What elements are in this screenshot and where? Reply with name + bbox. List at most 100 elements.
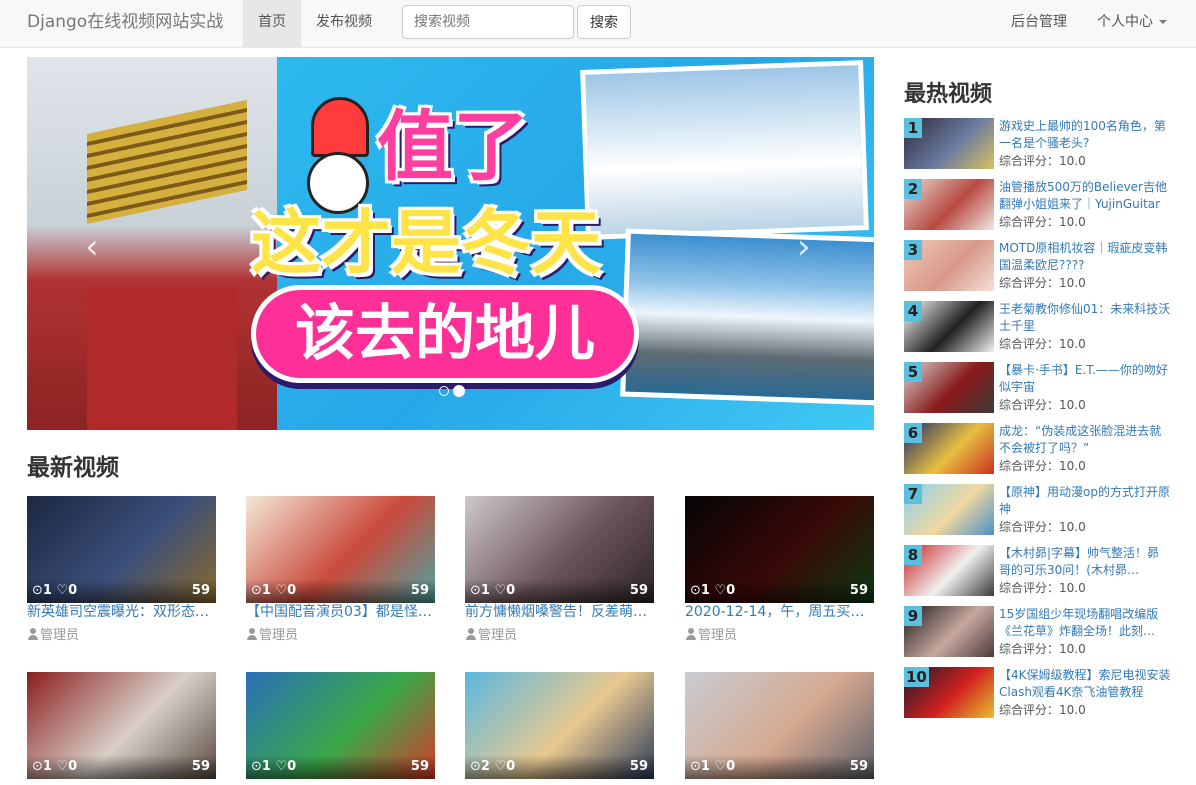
video-thumbnail[interactable]: ⊙1 ♡0 59: [27, 672, 216, 779]
nav-user-center[interactable]: 个人中心: [1082, 0, 1182, 47]
hot-video-thumbnail[interactable]: 7: [904, 484, 994, 535]
like-icon: ♡: [275, 583, 288, 598]
hot-video-score: 综合评分：10.0: [999, 458, 1086, 474]
palace-wall-shape: [87, 287, 237, 430]
score-value: 10.0: [1059, 459, 1086, 473]
banner-carousel[interactable]: 值了 这才是冬天 该去的地儿 ‹ ›: [27, 57, 874, 430]
video-stats: ⊙1 ♡0: [690, 755, 735, 779]
video-duration: 59: [191, 759, 210, 774]
video-stats-overlay: ⊙1 ♡0 59: [27, 755, 216, 779]
video-card[interactable]: ⊙1 ♡0 59 2020-12-14，午，周五买的… 管理员: [685, 496, 874, 646]
video-thumbnail[interactable]: ⊙1 ♡0 59: [685, 672, 874, 779]
like-icon: ♡: [56, 583, 69, 598]
brand-link[interactable]: Django在线视频网站实战: [27, 0, 223, 47]
hot-video-item[interactable]: 4 王老菊教你修仙01：未来科技沃土千里 综合评分：10.0: [904, 301, 1174, 355]
hot-video-item[interactable]: 3 MOTD原相机妆容｜瑕疵皮变韩国温柔欧尼???? 综合评分：10.0: [904, 240, 1174, 294]
nav-admin[interactable]: 后台管理: [996, 0, 1082, 47]
hot-video-title-link[interactable]: 王老菊教你修仙01：未来科技沃土千里: [999, 301, 1171, 335]
hot-video-item[interactable]: 6 成龙：“伪装成这张脸混进去就不会被打了吗？” 综合评分：10.0: [904, 423, 1174, 477]
hot-video-item[interactable]: 10 【4K保姆级教程】索尼电视安装Clash观看4K奈飞油管教程 综合评分：1…: [904, 667, 1174, 721]
play-count-icon: ⊙: [470, 583, 481, 598]
nav-publish[interactable]: 发布视频: [301, 0, 387, 47]
video-card[interactable]: ⊙1 ♡0 59: [685, 672, 874, 785]
hot-rank-badge: 2: [904, 179, 922, 199]
hot-video-item[interactable]: 9 15岁国组少年现场翻唱改编版《兰花草》炸翻全场！此刻… 综合评分：10.0: [904, 606, 1174, 660]
hot-video-score: 综合评分：10.0: [999, 214, 1086, 230]
carousel-indicator-dot[interactable]: [453, 384, 465, 397]
play-count-icon: ⊙: [251, 759, 262, 774]
author-name: 管理员: [698, 628, 738, 643]
hot-video-item[interactable]: 1 游戏史上最帅的100名角色，第一名是个骚老头? 综合评分：10.0: [904, 118, 1174, 172]
carousel-title-line3: 该去的地儿: [251, 285, 639, 383]
hot-video-item[interactable]: 7 【原神】用动漫op的方式打开原神 综合评分：10.0: [904, 484, 1174, 538]
score-label: 综合评分：: [999, 215, 1060, 229]
hot-video-title-link[interactable]: 游戏史上最帅的100名角色，第一名是个骚老头?: [999, 118, 1171, 152]
video-author: 管理员: [246, 627, 298, 645]
video-stats: ⊙1 ♡0: [32, 755, 77, 779]
video-card[interactable]: ⊙1 ♡0 59 【中国配音演员03】都是怪… 管理员: [246, 496, 435, 646]
hot-video-thumbnail[interactable]: 3: [904, 240, 994, 291]
hot-video-title-link[interactable]: 成龙：“伪装成这张脸混进去就不会被打了吗？”: [999, 423, 1171, 457]
hot-video-thumbnail[interactable]: 4: [904, 301, 994, 352]
hot-rank-badge: 10: [904, 667, 929, 687]
hot-video-title-link[interactable]: 【原神】用动漫op的方式打开原神: [999, 484, 1171, 518]
hot-video-title-link[interactable]: 【4K保姆级教程】索尼电视安装Clash观看4K奈飞油管教程: [999, 667, 1171, 701]
user-icon: [465, 628, 477, 640]
video-duration: 59: [410, 583, 429, 598]
carousel-prev-arrow-icon[interactable]: ‹: [85, 227, 99, 267]
score-label: 综合评分：: [999, 459, 1060, 473]
video-title-link[interactable]: 【中国配音演员03】都是怪…: [246, 603, 435, 621]
search-input[interactable]: [402, 5, 574, 39]
video-thumbnail[interactable]: ⊙1 ♡0 59: [246, 672, 435, 779]
video-stats-overlay: ⊙1 ♡0 59: [27, 579, 216, 603]
video-thumbnail[interactable]: ⊙1 ♡0 59: [685, 496, 874, 603]
video-card[interactable]: ⊙1 ♡0 59: [246, 672, 435, 785]
video-title-link[interactable]: 新英雄司空震曝光：双形态…: [27, 603, 216, 621]
hot-video-thumbnail[interactable]: 1: [904, 118, 994, 169]
hot-video-thumbnail[interactable]: 2: [904, 179, 994, 230]
hot-video-title-link[interactable]: 15岁国组少年现场翻唱改编版《兰花草》炸翻全场！此刻…: [999, 606, 1171, 640]
video-author: 管理员: [27, 627, 79, 645]
video-thumbnail[interactable]: ⊙1 ♡0 59: [465, 496, 654, 603]
snowman-hat-icon: [311, 97, 369, 157]
score-value: 10.0: [1059, 215, 1086, 229]
hot-video-item[interactable]: 5 【暴卡·手书】E.T.——你的吻好似宇宙 综合评分：10.0: [904, 362, 1174, 416]
carousel-next-arrow-icon[interactable]: ›: [797, 227, 811, 267]
video-card[interactable]: ⊙2 ♡0 59: [465, 672, 654, 785]
hot-video-score: 综合评分：10.0: [999, 275, 1086, 291]
hot-video-thumbnail[interactable]: 9: [904, 606, 994, 657]
video-stats-overlay: ⊙1 ♡0 59: [246, 755, 435, 779]
hot-video-title-link[interactable]: 【木村昴|字幕】帅气整活！昴哥的可乐30问！(木村昴…: [999, 545, 1171, 579]
video-thumbnail[interactable]: ⊙1 ♡0 59: [27, 496, 216, 603]
view-count: 2: [480, 759, 490, 774]
hot-video-thumbnail[interactable]: 5: [904, 362, 994, 413]
like-icon: ♡: [714, 583, 727, 598]
search-button[interactable]: 搜索: [577, 5, 631, 39]
hot-video-item[interactable]: 2 油管播放500万的Believer吉他翻弹小姐姐来了｜YujinGuitar…: [904, 179, 1174, 233]
video-thumbnail[interactable]: ⊙2 ♡0 59: [465, 672, 654, 779]
hot-video-title-link[interactable]: 油管播放500万的Believer吉他翻弹小姐姐来了｜YujinGuitar: [999, 179, 1171, 213]
video-thumbnail[interactable]: ⊙1 ♡0 59: [246, 496, 435, 603]
video-stats: ⊙1 ♡0: [251, 579, 296, 603]
hot-video-thumbnail[interactable]: 6: [904, 423, 994, 474]
hot-video-title-link[interactable]: MOTD原相机妆容｜瑕疵皮变韩国温柔欧尼????: [999, 240, 1171, 274]
hot-video-thumbnail[interactable]: 10: [904, 667, 994, 718]
video-card[interactable]: ⊙1 ♡0 59 新英雄司空震曝光：双形态… 管理员: [27, 496, 216, 646]
carousel-indicator-dot[interactable]: [439, 385, 449, 396]
score-label: 综合评分：: [999, 703, 1060, 717]
nav-home[interactable]: 首页: [243, 0, 301, 47]
video-card[interactable]: ⊙1 ♡0 59: [27, 672, 216, 785]
video-card[interactable]: ⊙1 ♡0 59 前方慵懒烟嗓警告！反差萌… 管理员: [465, 496, 654, 646]
carousel-mountain-lake-photo: [620, 228, 874, 406]
user-icon: [685, 628, 697, 640]
hot-video-item[interactable]: 8 【木村昴|字幕】帅气整活！昴哥的可乐30问！(木村昴… 综合评分：10.0: [904, 545, 1174, 599]
hot-rank-badge: 5: [904, 362, 922, 382]
score-label: 综合评分：: [999, 154, 1060, 168]
video-title-link[interactable]: 前方慵懒烟嗓警告！反差萌…: [465, 603, 654, 621]
hot-video-title-link[interactable]: 【暴卡·手书】E.T.——你的吻好似宇宙: [999, 362, 1171, 396]
hot-video-thumbnail[interactable]: 8: [904, 545, 994, 596]
score-label: 综合评分：: [999, 520, 1060, 534]
video-title-link[interactable]: 2020-12-14，午，周五买的…: [685, 603, 874, 621]
carousel-title-line1: 值了: [377, 102, 529, 191]
score-value: 10.0: [1059, 154, 1086, 168]
